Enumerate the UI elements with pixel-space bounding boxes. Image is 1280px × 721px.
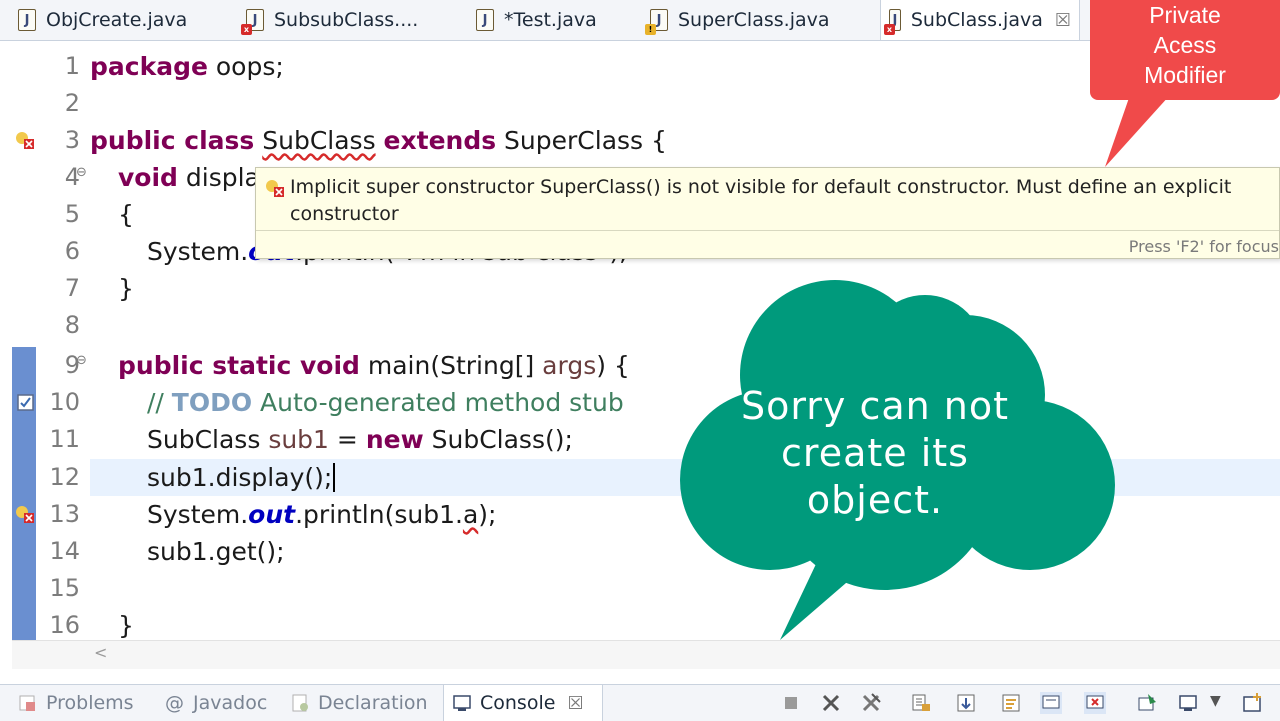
clear-console-icon[interactable]	[910, 692, 932, 714]
scroll-left-icon[interactable]: <	[94, 643, 107, 662]
code-line: 3 public class SubClass extends SuperCla…	[12, 122, 1280, 159]
tab-label: SubClass.java	[910, 9, 1043, 31]
tooltip-message: Implicit super constructor SuperClass() …	[290, 176, 1232, 225]
tab-label: SubsubClass....	[274, 9, 419, 31]
tab-objcreate[interactable]: J ObjCreate.java	[18, 0, 187, 40]
tab-problems[interactable]: Problems	[18, 685, 134, 721]
horizontal-scrollbar[interactable]: <	[12, 640, 1280, 669]
declaration-icon	[292, 694, 308, 712]
tab-label: *Test.java	[504, 9, 597, 31]
tab-javadoc[interactable]: @ Javadoc	[165, 685, 267, 721]
console-icon	[453, 695, 471, 711]
tab-subsubclass[interactable]: Jx SubsubClass....	[241, 0, 419, 40]
error-tooltip: Implicit super constructor SuperClass() …	[255, 167, 1280, 259]
display-console-icon[interactable]	[1178, 692, 1200, 714]
red-callout-pointer	[1105, 95, 1170, 167]
java-file-error-icon: Jx	[884, 9, 901, 35]
class-name-error: SubClass	[262, 126, 376, 155]
remove-launch-icon[interactable]	[820, 692, 842, 714]
callout-line: Acess	[1153, 32, 1217, 58]
tab-label: SuperClass.java	[678, 9, 830, 31]
terminate-icon[interactable]	[780, 692, 802, 714]
tab-declaration[interactable]: Declaration	[290, 685, 428, 721]
error-marker-icon[interactable]	[14, 130, 36, 150]
tab-test[interactable]: J *Test.java	[476, 0, 597, 40]
word-wrap-icon[interactable]	[1000, 692, 1022, 714]
java-file-warning-icon: J!	[645, 9, 668, 35]
at-icon: @	[165, 692, 184, 714]
bottom-panel-tabs: Problems @ Javadoc Declaration Console ☒…	[0, 684, 1280, 721]
fold-icon[interactable]: ⊖	[76, 165, 87, 180]
error-marker-icon[interactable]	[14, 504, 36, 524]
scroll-lock-icon[interactable]	[955, 692, 977, 714]
callout-line: Modifier	[1144, 62, 1226, 88]
tab-label: ObjCreate.java	[46, 9, 188, 31]
close-tab-icon[interactable]: ☒	[567, 693, 583, 714]
task-marker-icon[interactable]	[14, 392, 36, 412]
callout-line: Private	[1149, 2, 1221, 28]
open-console-icon[interactable]	[1242, 692, 1264, 714]
show-on-error-icon[interactable]	[1084, 692, 1106, 714]
editor-tab-bar: J ObjCreate.java Jx SubsubClass.... J *T…	[0, 0, 1280, 41]
fold-icon[interactable]: ⊖	[76, 353, 87, 368]
show-on-output-icon[interactable]	[1040, 692, 1062, 714]
pin-console-icon[interactable]	[1136, 692, 1158, 714]
problems-icon	[19, 695, 35, 711]
tab-subclass[interactable]: Jx SubClass.java ☒	[880, 0, 1080, 40]
tooltip-divider	[256, 230, 1279, 231]
cloud-callout-text: Sorry can not create its object.	[740, 384, 1010, 522]
java-file-error-icon: Jx	[241, 9, 264, 35]
text-cursor	[333, 463, 336, 492]
java-file-icon: J	[18, 9, 36, 31]
tab-console[interactable]: Console ☒	[443, 685, 603, 721]
tooltip-hint: Press 'F2' for focus	[1128, 237, 1279, 256]
red-callout: Private Acess Modifier	[1090, 0, 1280, 100]
tab-superclass[interactable]: J! SuperClass.java	[645, 0, 830, 40]
close-tab-icon[interactable]: ☒	[1055, 10, 1071, 31]
remove-all-icon[interactable]	[860, 692, 882, 714]
java-file-icon: J	[476, 9, 494, 31]
chevron-down-icon[interactable]: ▼	[1210, 693, 1221, 709]
error-icon	[266, 180, 284, 197]
